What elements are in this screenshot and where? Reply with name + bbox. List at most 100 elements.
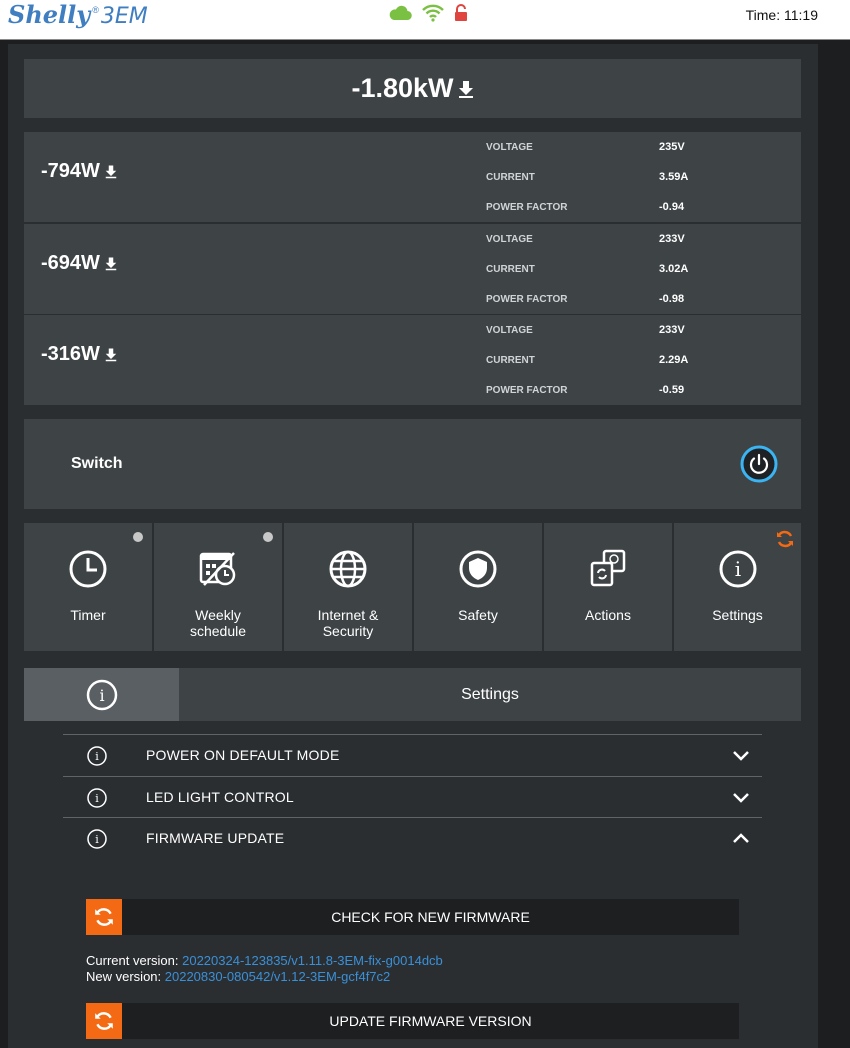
status-dot [263,532,273,542]
phase-power-value: -794W [41,160,100,182]
phase-power: -794W [41,160,117,183]
current-version-line: Current version: 20220324-123835/v1.11.8… [86,953,443,969]
section-led-light-control[interactable]: i LED LIGHT CONTROL [63,776,762,818]
phase-a: -794W VOLTAGE 235V CURRENT 3.59A POWER F… [24,132,801,222]
total-power-box: -1.80kW [24,59,801,118]
switch-row: Switch [24,419,801,509]
actions-icon [590,549,626,587]
time-value: 11:19 [784,7,818,23]
calendar-icon [199,552,236,586]
current-label: CURRENT [486,264,535,275]
new-version-label: New version: [86,969,162,984]
shield-icon [459,550,497,588]
shelly-logo[interactable]: Shelly ® 3EM [8,0,148,30]
phase-power-value: -694W [41,252,100,274]
power-factor-value: -0.94 [659,201,685,213]
info-icon: i [87,788,107,813]
top-bar: Shelly ® 3EM Time: 11:19 [0,0,850,40]
time-display: Time: 11:19 [746,7,818,23]
new-version-link[interactable]: 20220830-080542/v1.12-3EM-gcf4f7c2 [165,969,391,984]
chevron-down-icon[interactable] [732,790,750,808]
power-toggle-button[interactable] [740,445,778,483]
section-label: FIRMWARE UPDATE [146,830,285,846]
tile-label: Settings [712,607,763,623]
info-icon: i [87,746,107,771]
chevron-up-icon[interactable] [732,831,750,849]
model-name: 3EM [100,4,148,29]
clock-icon [69,550,107,588]
globe-icon [329,550,367,588]
refresh-icon [86,1003,122,1039]
chevron-down-icon[interactable] [732,748,750,766]
svg-text:i: i [99,686,104,705]
lock-open-icon[interactable] [454,4,468,27]
voltage-value: 233V [659,233,685,245]
tile-label: Internet & Security [317,607,379,639]
update-firmware-label: UPDATE FIRMWARE VERSION [329,1013,532,1029]
current-value: 2.29A [659,354,689,366]
tile-label: Safety [458,607,498,623]
settings-header: i Settings [24,668,801,721]
tile-label: Actions [585,607,631,623]
tile-safety[interactable]: Safety [414,523,542,651]
firmware-versions: Current version: 20220324-123835/v1.11.8… [86,953,443,985]
phase-b: -694W VOLTAGE 233V CURRENT 3.02A POWER F… [24,224,801,314]
status-dot [133,532,143,542]
voltage-label: VOLTAGE [486,234,533,245]
info-icon: i [719,550,756,588]
tile-settings[interactable]: i Settings [674,523,801,651]
svg-text:i: i [95,792,99,805]
current-version-link[interactable]: 20220324-123835/v1.11.8-3EM-fix-g0014dcb [182,953,443,968]
section-label: POWER ON DEFAULT MODE [146,747,340,763]
settings-title: Settings [461,686,519,703]
registered-mark: ® [92,5,99,15]
tile-internet-security[interactable]: Internet & Security [284,523,412,651]
check-firmware-label: CHECK FOR NEW FIRMWARE [331,909,530,925]
tile-weekly-schedule[interactable]: Weekly schedule [154,523,282,651]
voltage-value: 233V [659,324,685,336]
tile-timer[interactable]: Timer [24,523,152,651]
power-icon [740,445,778,483]
download-arrow-icon [105,257,117,271]
current-version-label: Current version: [86,953,179,968]
info-icon: i [87,829,107,854]
svg-text:i: i [95,750,99,763]
power-factor-value: -0.59 [659,384,685,396]
tile-label: Weekly schedule [189,607,247,639]
total-power-value: -1.80kW [351,73,454,103]
download-arrow-icon [105,165,117,179]
svg-text:i: i [95,833,99,846]
check-firmware-button[interactable]: CHECK FOR NEW FIRMWARE [86,899,739,935]
time-label: Time: [745,7,781,23]
power-factor-label: POWER FACTOR [486,385,568,396]
update-firmware-button[interactable]: UPDATE FIRMWARE VERSION [86,1003,739,1039]
phase-c: -316W VOLTAGE 233V CURRENT 2.29A POWER F… [24,315,801,405]
current-value: 3.59A [659,171,689,183]
power-factor-value: -0.98 [659,293,685,305]
phase-power: -316W [41,343,117,366]
section-label: LED LIGHT CONTROL [146,789,294,805]
section-firmware-update[interactable]: i FIRMWARE UPDATE [63,817,762,859]
tile-label: Timer [70,607,106,623]
power-factor-label: POWER FACTOR [486,202,568,213]
phase-power-value: -316W [41,343,100,365]
voltage-value: 235V [659,141,685,153]
switch-label: Switch [71,455,123,472]
cloud-icon[interactable] [388,5,412,26]
wifi-icon[interactable] [422,4,444,27]
menu-tiles: Timer Weekly schedule Internet & Securit… [24,523,801,651]
current-label: CURRENT [486,355,535,366]
power-factor-label: POWER FACTOR [486,294,568,305]
brand-name: Shelly [8,0,91,29]
voltage-label: VOLTAGE [486,325,533,336]
refresh-icon [86,899,122,935]
voltage-label: VOLTAGE [486,142,533,153]
tile-actions[interactable]: Actions [544,523,672,651]
phase-power: -694W [41,252,117,275]
section-power-on-default-mode[interactable]: i POWER ON DEFAULT MODE [63,734,762,776]
new-version-line: New version: 20220830-080542/v1.12-3EM-g… [86,969,443,985]
info-icon: i [86,679,117,710]
download-arrow-icon [458,80,473,98]
settings-info-tab[interactable]: i [24,668,179,721]
status-icons [388,4,468,27]
